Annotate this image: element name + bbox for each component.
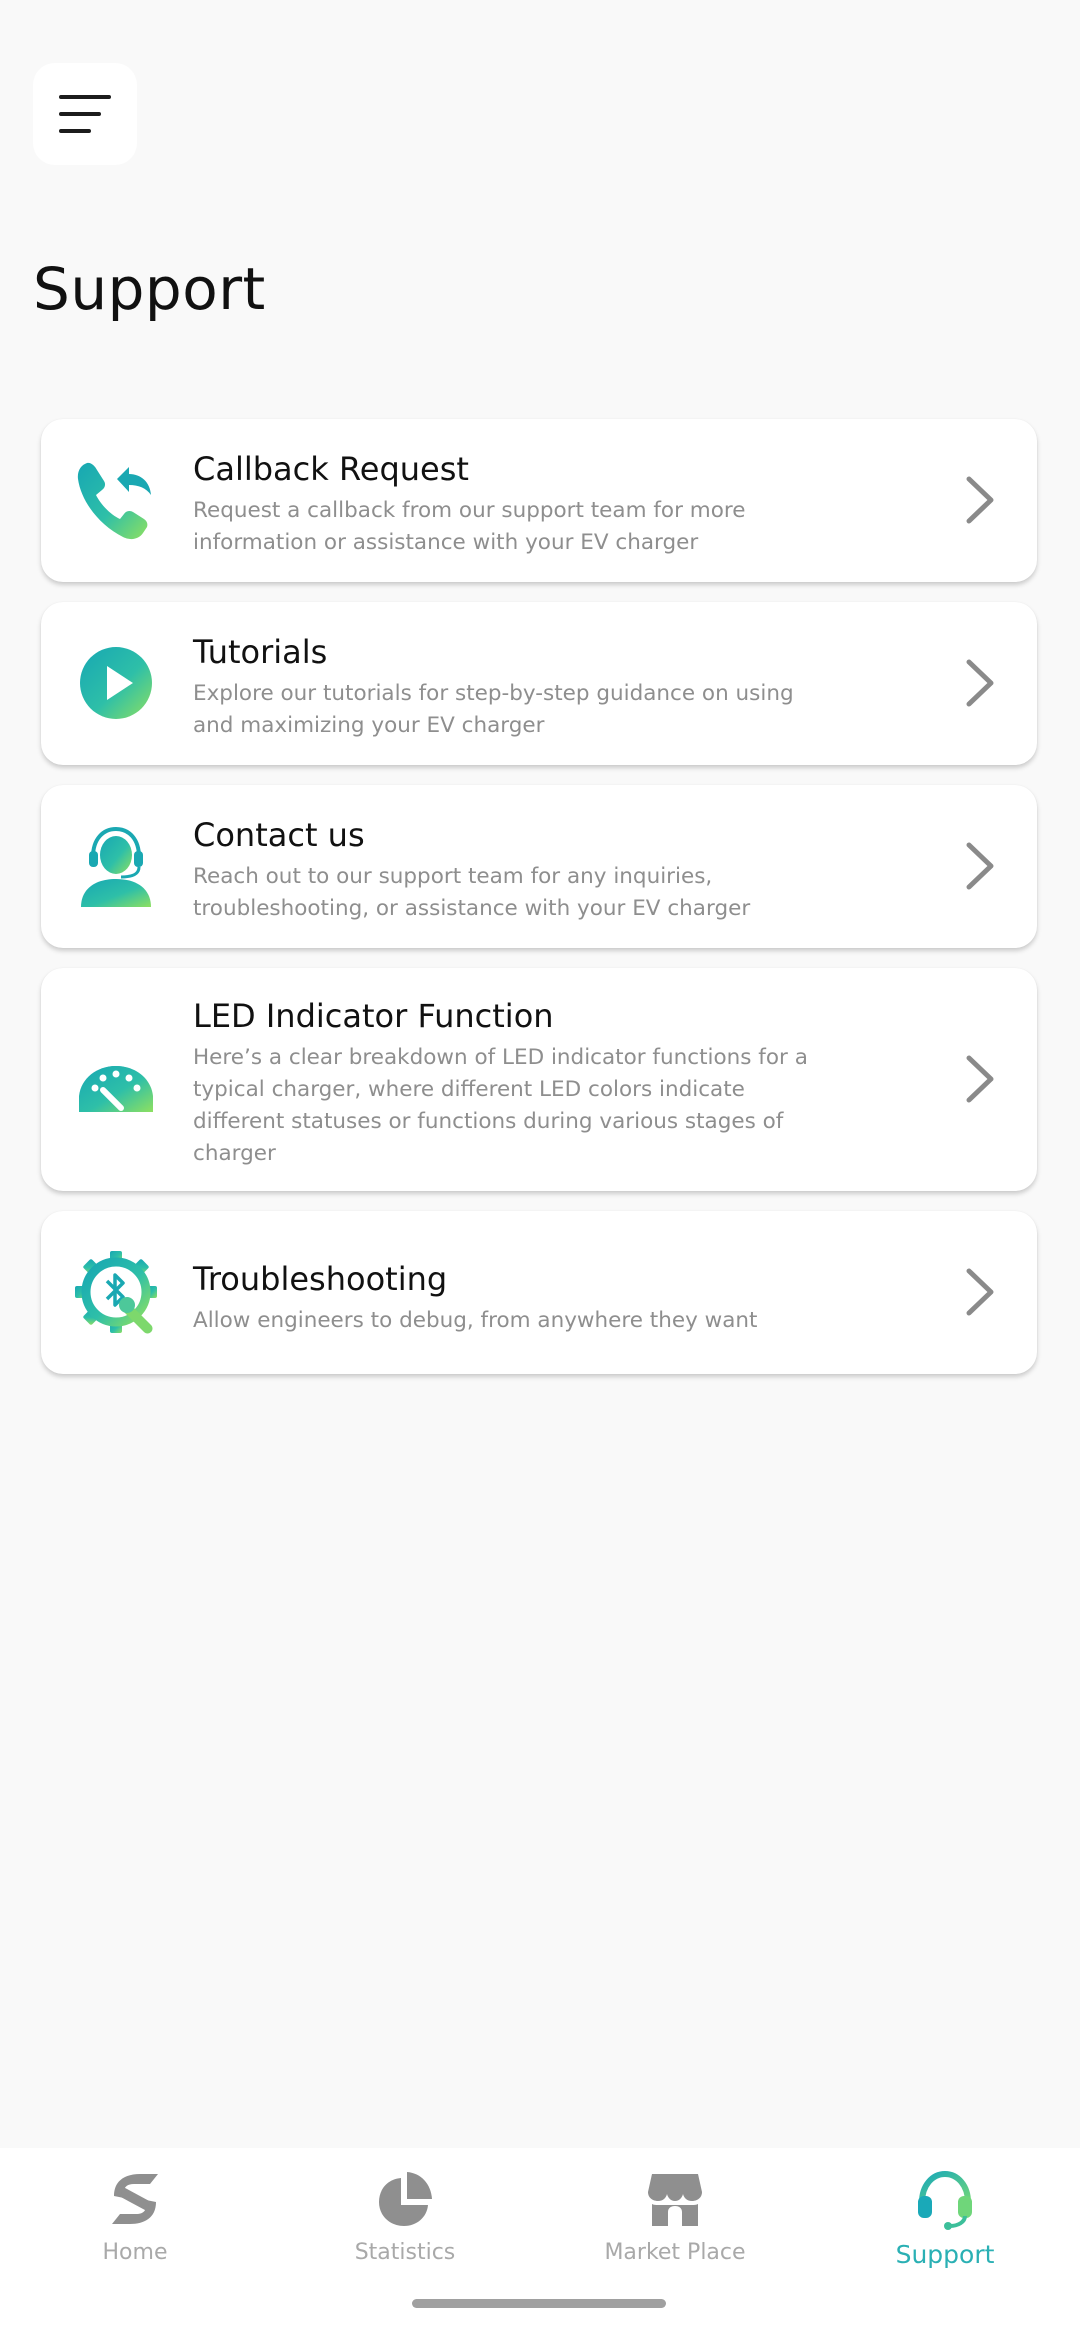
card-description: Request a callback from our support team… xyxy=(193,498,746,555)
nav-item-home[interactable]: Home xyxy=(25,2168,245,2288)
tutorials-text: Tutorials Explore our tutorials for step… xyxy=(193,632,817,742)
troubleshooting-card[interactable]: Troubleshooting Allow engineers to debug… xyxy=(41,1211,1037,1374)
support-screen: Support Callback Request Request a callb… xyxy=(0,0,1080,2329)
home-indicator[interactable] xyxy=(412,2299,666,2308)
card-description: Reach out to our support team for any in… xyxy=(193,864,751,921)
callback-request-card[interactable]: Callback Request Request a callback from… xyxy=(41,419,1037,582)
gear-bluetooth-wrench-icon xyxy=(75,1251,157,1334)
home-sync-icon xyxy=(112,2174,158,2224)
chevron-right-icon xyxy=(966,1055,994,1103)
nav-label: Support xyxy=(895,2240,995,2269)
nav-label: Statistics xyxy=(354,2240,456,2265)
card-title: Callback Request xyxy=(193,450,469,488)
nav-label: Market Place xyxy=(604,2240,746,2265)
menu-button[interactable] xyxy=(33,63,137,165)
nav-item-market-place[interactable]: Market Place xyxy=(565,2168,785,2288)
card-title: Troubleshooting xyxy=(193,1260,448,1298)
nav-item-support[interactable]: Support xyxy=(835,2168,1055,2288)
led-indicator-card[interactable]: LED Indicator Function Here’s a clear br… xyxy=(41,968,1037,1191)
store-icon xyxy=(648,2174,702,2226)
led-indicator-text: LED Indicator Function Here’s a clear br… xyxy=(193,996,817,1170)
pie-chart-icon xyxy=(379,2172,432,2226)
card-description: Explore our tutorials for step-by-step g… xyxy=(193,681,794,738)
page-title: Support xyxy=(33,255,266,323)
card-title: LED Indicator Function xyxy=(193,997,554,1035)
chevron-right-icon xyxy=(966,476,994,524)
contact-us-card[interactable]: Contact us Reach out to our support team… xyxy=(41,785,1037,948)
headset-icon xyxy=(918,2170,972,2230)
troubleshooting-text: Troubleshooting Allow engineers to debug… xyxy=(193,1259,817,1337)
gauge-icon xyxy=(73,1066,159,1122)
card-title: Tutorials xyxy=(193,633,328,671)
nav-item-statistics[interactable]: Statistics xyxy=(295,2168,515,2288)
headset-agent-icon xyxy=(81,826,151,907)
chevron-right-icon xyxy=(966,1268,994,1316)
hamburger-menu-icon xyxy=(59,95,111,133)
tutorials-card[interactable]: Tutorials Explore our tutorials for step… xyxy=(41,602,1037,765)
contact-us-text: Contact us Reach out to our support team… xyxy=(193,815,817,925)
chevron-right-icon xyxy=(966,842,994,890)
card-description: Here’s a clear breakdown of LED indicato… xyxy=(193,1045,808,1166)
chevron-right-icon xyxy=(966,659,994,707)
card-description: Allow engineers to debug, from anywhere … xyxy=(193,1308,758,1333)
callback-request-text: Callback Request Request a callback from… xyxy=(193,449,817,559)
play-icon xyxy=(80,647,152,719)
nav-label: Home xyxy=(102,2240,168,2265)
card-title: Contact us xyxy=(193,816,365,854)
phone-callback-icon xyxy=(77,462,151,540)
